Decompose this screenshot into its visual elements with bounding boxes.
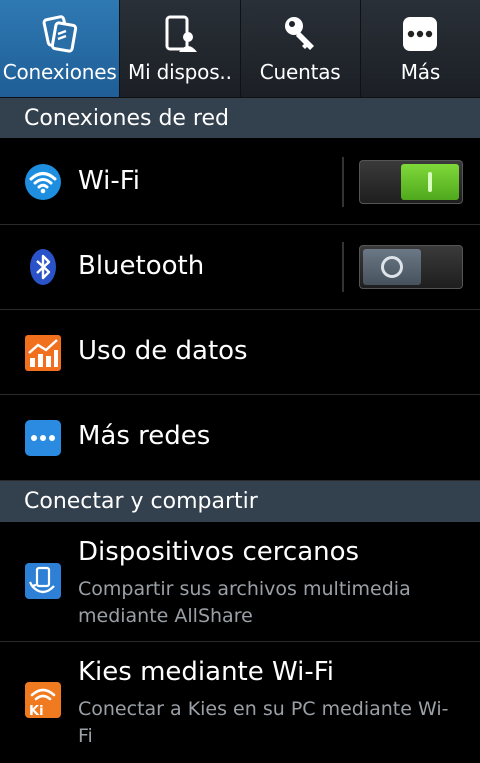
wifi-toggle[interactable]	[359, 160, 463, 204]
tab-more[interactable]: Más	[361, 0, 480, 97]
more-networks-row[interactable]: Más redes	[0, 396, 480, 481]
bluetooth-row[interactable]: Bluetooth	[0, 226, 480, 310]
toggle-divider	[342, 242, 344, 292]
tab-my-device[interactable]: Mi dispos..	[120, 0, 241, 97]
tab-accounts[interactable]: Cuentas	[241, 0, 361, 97]
toggle-knob-on	[401, 164, 459, 200]
section-header-share: Conectar y compartir	[0, 481, 480, 522]
tab-connections[interactable]: Conexiones	[0, 0, 121, 97]
kies-wifi-row[interactable]: Ki Kies mediante Wi-Fi Conectar a Kies e…	[0, 643, 480, 763]
more-networks-label: Más redes	[78, 421, 211, 451]
nearby-devices-row[interactable]: Dispositivos cercanos Compartir sus arch…	[0, 523, 480, 642]
tab-label: Cuentas	[259, 60, 341, 84]
bluetooth-icon	[24, 248, 62, 286]
my-device-icon	[158, 12, 202, 56]
section-header-network: Conexiones de red	[0, 98, 480, 138]
nearby-devices-icon	[24, 562, 62, 600]
tab-label: Más	[400, 60, 441, 84]
data-usage-row[interactable]: Uso de datos	[0, 311, 480, 395]
wifi-row[interactable]: Wi-Fi	[0, 139, 480, 225]
more-icon	[398, 12, 442, 56]
kies-wifi-title: Kies mediante Wi-Fi	[78, 657, 335, 687]
tab-label: Conexiones	[2, 60, 117, 84]
wifi-icon	[24, 163, 62, 201]
nearby-devices-subtitle: Compartir sus archivos multimedia median…	[78, 578, 411, 627]
svg-text:Ki: Ki	[29, 704, 44, 719]
more-networks-icon	[24, 419, 62, 457]
kies-wifi-subtitle: Conectar a Kies en su PC mediante Wi-Fi	[78, 698, 449, 747]
connections-icon	[38, 12, 82, 56]
key-icon	[278, 12, 322, 56]
data-usage-label: Uso de datos	[78, 336, 248, 366]
toggle-knob-off	[363, 249, 421, 285]
nearby-devices-title: Dispositivos cercanos	[78, 537, 360, 567]
bluetooth-toggle[interactable]	[359, 245, 463, 289]
wifi-label: Wi-Fi	[78, 166, 141, 196]
kies-wifi-icon: Ki	[24, 681, 62, 719]
tab-bar: Conexiones Mi dispos.. Cuentas Más	[0, 0, 480, 98]
data-usage-icon	[24, 334, 62, 372]
bluetooth-label: Bluetooth	[78, 251, 205, 281]
toggle-divider	[342, 157, 344, 207]
tab-label: Mi dispos..	[128, 60, 232, 84]
